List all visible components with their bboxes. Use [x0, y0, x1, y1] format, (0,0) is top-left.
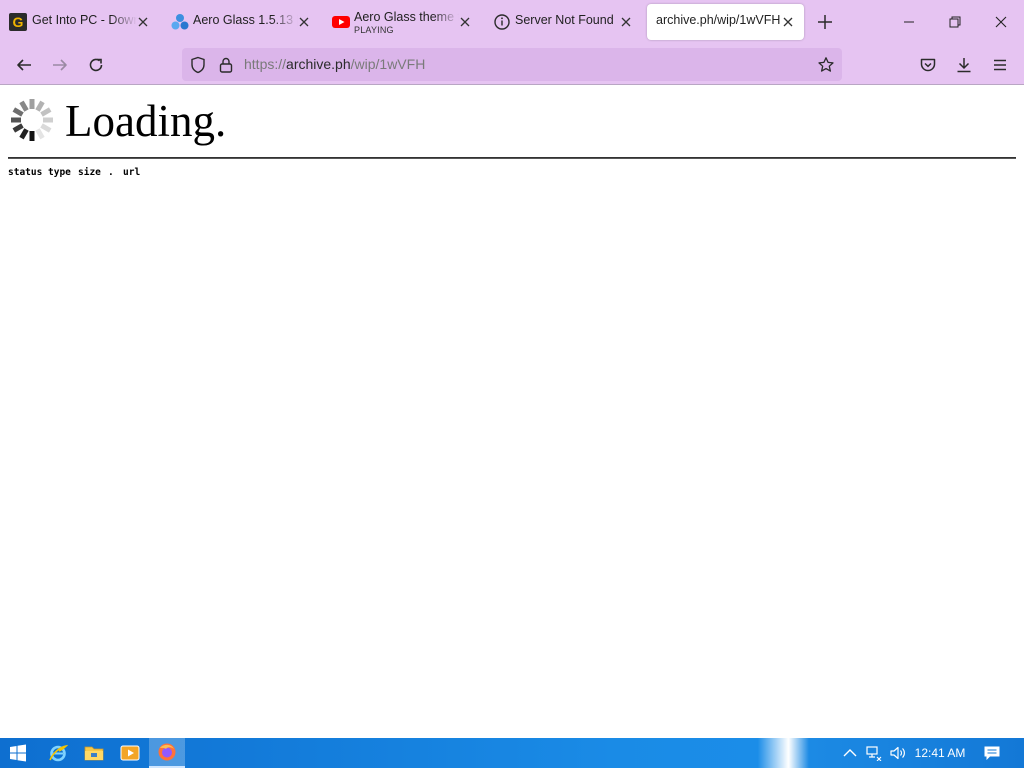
loading-spinner-icon [11, 99, 53, 141]
column-size: size [78, 167, 101, 178]
tab-archive-active[interactable]: archive.ph/wip/1wVFH [647, 4, 804, 40]
action-center-button[interactable] [978, 738, 1006, 768]
folder-icon [84, 746, 104, 761]
forward-button[interactable] [47, 52, 73, 78]
download-icon [957, 58, 971, 73]
taskbar: 12:41 AM [0, 738, 1024, 768]
url-host: archive.ph [286, 56, 351, 72]
bookmark-star-icon[interactable] [817, 56, 835, 74]
tab-title: archive.ph/wip/1wVFH [656, 13, 781, 27]
tab-playing-label: PLAYING [354, 25, 394, 35]
start-button[interactable] [0, 738, 36, 768]
network-icon [866, 746, 882, 761]
tab-youtube-aero-glass[interactable]: Aero Glass theme fo PLAYING [322, 4, 482, 40]
tab-title: Server Not Found [515, 13, 614, 27]
lock-icon[interactable] [217, 56, 235, 74]
tab-server-not-found[interactable]: Server Not Found [483, 4, 643, 40]
firefox-taskbar-button[interactable] [149, 738, 185, 768]
internet-explorer-icon [49, 744, 68, 762]
notification-icon [984, 746, 1000, 760]
column-type: type [48, 167, 71, 178]
restore-icon [949, 16, 961, 28]
close-window-icon [995, 16, 1007, 28]
column-url: url [123, 167, 141, 178]
address-bar[interactable]: https://archive.ph/wip/1wVFH [182, 48, 842, 81]
info-icon [494, 14, 510, 30]
restore-button[interactable] [932, 0, 978, 44]
internet-explorer-button[interactable] [40, 738, 76, 768]
reload-icon [89, 58, 103, 72]
back-button[interactable] [11, 52, 37, 78]
tab-title: Get Into PC - Download [32, 13, 137, 27]
close-icon[interactable] [297, 15, 311, 29]
divider [8, 157, 1016, 159]
media-player-button[interactable] [112, 738, 148, 768]
show-hidden-icons-button[interactable] [840, 738, 860, 768]
media-player-icon [120, 745, 140, 761]
loading-heading: Loading. [65, 96, 227, 146]
reload-button[interactable] [83, 52, 109, 78]
network-status-button[interactable] [863, 738, 885, 768]
column-dot: . [108, 167, 114, 178]
minimize-button[interactable] [886, 0, 932, 44]
youtube-favicon [332, 16, 350, 28]
tracking-protection-shield-icon[interactable] [189, 56, 207, 74]
pocket-icon [920, 58, 936, 72]
tab-title: Aero Glass 1.5.13 [Di [193, 13, 298, 27]
close-icon[interactable] [458, 15, 472, 29]
tab-title: Aero Glass theme fo [354, 10, 459, 24]
chevron-up-icon [843, 749, 857, 757]
svg-text:G: G [13, 14, 24, 30]
close-icon[interactable] [619, 15, 633, 29]
taskbar-clock[interactable]: 12:41 AM [908, 738, 972, 768]
aero-glass-favicon [171, 14, 189, 30]
page-content: Loading. status type size. url [0, 85, 1024, 738]
app-menu-button[interactable] [987, 52, 1013, 78]
url-path: /wip/1wVFH [350, 56, 426, 72]
pocket-button[interactable] [915, 52, 941, 78]
speaker-icon [890, 746, 905, 760]
volume-button[interactable] [887, 738, 909, 768]
tab-strip: G Get Into PC - Download Aero Glass 1.5.… [0, 0, 1024, 44]
tab-aero-glass[interactable]: Aero Glass 1.5.13 [Di [161, 4, 321, 40]
url-scheme: https:// [244, 56, 287, 72]
url-text[interactable]: https://archive.ph/wip/1wVFH [244, 56, 425, 73]
firefox-icon [158, 743, 176, 761]
column-status: status [8, 167, 43, 178]
hamburger-menu-icon [994, 59, 1006, 71]
new-tab-plus-icon[interactable] [815, 12, 835, 32]
close-window-button[interactable] [978, 0, 1024, 44]
close-icon[interactable] [136, 15, 150, 29]
windows-logo-icon [10, 744, 26, 762]
close-icon[interactable] [781, 15, 795, 29]
getintopc-favicon: G [9, 13, 27, 31]
tab-get-into-pc[interactable]: G Get Into PC - Download [0, 4, 160, 40]
forward-arrow-icon [53, 59, 67, 71]
navigation-toolbar: https://archive.ph/wip/1wVFH [0, 44, 1024, 85]
resource-table-header: status type size. url [8, 167, 140, 179]
back-arrow-icon [17, 59, 31, 71]
downloads-button[interactable] [951, 52, 977, 78]
file-explorer-button[interactable] [76, 738, 112, 768]
minimize-icon [904, 21, 914, 23]
